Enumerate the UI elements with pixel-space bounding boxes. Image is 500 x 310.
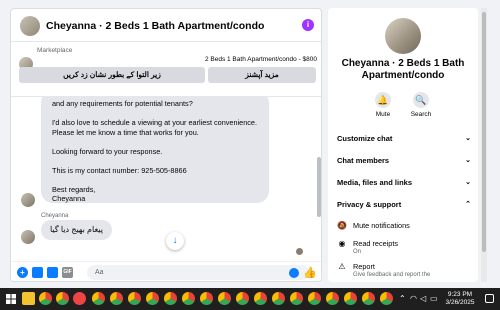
section-chat-members[interactable]: Chat members ⌄ xyxy=(337,154,471,168)
sender-avatar[interactable] xyxy=(21,230,35,244)
plus-icon[interactable]: + xyxy=(17,267,28,278)
chrome-icon[interactable] xyxy=(128,292,141,305)
speaker-icon[interactable]: ◁ xyxy=(420,294,426,303)
chrome-icon[interactable] xyxy=(182,292,195,305)
chrome-icon[interactable] xyxy=(380,292,393,305)
item-label: Report xyxy=(353,262,375,271)
message-line: Best regards, xyxy=(52,184,96,194)
item-label: Mute notifications xyxy=(353,221,410,230)
chrome-icon[interactable] xyxy=(164,292,177,305)
mute-notifications-item[interactable]: 🔕 Mute notifications xyxy=(337,221,471,233)
chat-header: Cheyanna · 2 Beds 1 Bath Apartment/condo… xyxy=(11,9,321,42)
section-customize-chat[interactable]: Customize chat ⌄ xyxy=(337,132,471,146)
search-label: Search xyxy=(410,111,432,118)
report-icon: ⚠ xyxy=(338,262,346,271)
search-icon: 🔍 xyxy=(413,92,429,108)
sender-name: Cheyanna xyxy=(41,213,69,219)
more-options-button[interactable]: مزید آپشنز xyxy=(208,67,316,83)
read-receipts-item[interactable]: ◉ Read receipts On xyxy=(337,239,471,259)
chrome-icon[interactable] xyxy=(236,292,249,305)
clock-time: 9:23 PM xyxy=(447,291,473,298)
chrome-icon[interactable] xyxy=(254,292,267,305)
mute-label: Mute xyxy=(375,111,391,118)
chrome-icon[interactable] xyxy=(39,292,52,305)
section-label: Media, files and links xyxy=(337,178,413,187)
clock[interactable]: 9:23 PM 3/26/2025 xyxy=(440,291,480,307)
item-desc: Give feedback and report the xyxy=(353,272,431,278)
read-receipt-avatar xyxy=(296,248,303,255)
windows-start-icon[interactable] xyxy=(6,294,16,304)
section-media-files-links[interactable]: Media, files and links ⌄ xyxy=(337,176,471,190)
eye-icon: ◉ xyxy=(338,239,346,248)
marketplace-label: Marketplace xyxy=(37,47,73,54)
chrome-icon[interactable] xyxy=(92,292,105,305)
mute-button[interactable]: 🔔 Mute xyxy=(368,92,398,118)
report-item[interactable]: ⚠ Report Give feedback and report the xyxy=(337,262,471,282)
gif-icon[interactable]: GIF xyxy=(62,267,73,278)
section-label: Customize chat xyxy=(337,134,393,143)
info-title: Cheyanna · 2 Beds 1 Bath Apartment/condo xyxy=(341,58,465,81)
item-label: Read receipts xyxy=(353,239,399,248)
message-line: I'd also love to schedule a viewing at y… xyxy=(52,118,258,127)
thumbs-up-icon[interactable]: 👍 xyxy=(303,266,317,279)
section-label: Privacy & support xyxy=(337,200,402,209)
wifi-icon[interactable]: ◠ xyxy=(410,294,417,303)
chrome-icon[interactable] xyxy=(146,292,159,305)
message-line: Please let me know a time that works for… xyxy=(52,127,199,137)
chrome-icon[interactable] xyxy=(56,292,69,305)
message-bubble[interactable]: and any requirements for potential tenan… xyxy=(41,97,269,203)
app-icon[interactable] xyxy=(73,292,86,305)
chevron-down-icon: ⌄ xyxy=(465,179,471,186)
page-scrollbar[interactable] xyxy=(481,8,487,282)
taskbar: ⌃ ◠ ◁ ▭ 9:23 PM 3/26/2025 xyxy=(0,288,500,310)
chevron-up-icon[interactable]: ⌃ xyxy=(399,294,406,303)
scrollbar-thumb[interactable] xyxy=(482,12,486,252)
item-desc: On xyxy=(353,249,362,255)
message-line: Cheyanna xyxy=(52,194,86,203)
image-icon[interactable] xyxy=(32,267,43,278)
message-input[interactable]: Aa xyxy=(87,265,309,280)
chrome-icon[interactable] xyxy=(218,292,231,305)
chrome-icon[interactable] xyxy=(272,292,285,305)
chevron-down-icon: ⌄ xyxy=(465,135,471,142)
file-explorer-icon[interactable] xyxy=(22,292,35,305)
section-label: Chat members xyxy=(337,156,390,165)
bell-off-icon: 🔕 xyxy=(337,221,347,230)
conversation-info-panel: Cheyanna · 2 Beds 1 Bath Apartment/condo… xyxy=(328,8,478,282)
avatar[interactable] xyxy=(385,18,421,54)
chrome-icon[interactable] xyxy=(326,292,339,305)
sender-avatar[interactable] xyxy=(21,193,35,207)
message-line: and any requirements for potential tenan… xyxy=(52,99,193,108)
info-icon[interactable]: i xyxy=(302,19,314,31)
section-privacy-support[interactable]: Privacy & support ⌃ xyxy=(337,198,471,212)
chevron-up-icon: ⌃ xyxy=(465,201,471,208)
composer: + GIF Aa 👍 xyxy=(11,261,321,281)
chat-panel: Cheyanna · 2 Beds 1 Bath Apartment/condo… xyxy=(10,8,322,282)
battery-icon[interactable]: ▭ xyxy=(430,294,438,303)
chat-scrollbar[interactable] xyxy=(317,157,321,217)
listing-title[interactable]: 2 Beds 1 Bath Apartment/condo - $800 xyxy=(205,56,317,63)
chrome-icon[interactable] xyxy=(290,292,303,305)
bell-icon: 🔔 xyxy=(375,92,391,108)
chrome-icon[interactable] xyxy=(344,292,357,305)
chrome-icon[interactable] xyxy=(110,292,123,305)
mark-pending-button[interactable]: زیر التوا کے بطور نشان زد کریں xyxy=(19,67,205,83)
chrome-icon[interactable] xyxy=(308,292,321,305)
message-list: and any requirements for potential tenan… xyxy=(11,97,321,259)
arrow-down-icon[interactable]: ↓ xyxy=(166,232,184,250)
emoji-icon[interactable] xyxy=(289,268,299,278)
chrome-icon[interactable] xyxy=(362,292,375,305)
avatar[interactable] xyxy=(20,16,40,36)
clock-date: 3/26/2025 xyxy=(445,299,475,306)
chrome-icon[interactable] xyxy=(200,292,213,305)
chat-title[interactable]: Cheyanna · 2 Beds 1 Bath Apartment/condo xyxy=(46,20,264,32)
message-bubble[interactable]: پیغام بھیج دیا گیا xyxy=(41,220,112,240)
notification-icon[interactable] xyxy=(485,294,494,303)
marketplace-banner: Marketplace 2 Beds 1 Bath Apartment/cond… xyxy=(11,43,321,97)
sticker-icon[interactable] xyxy=(47,267,58,278)
message-line: This is my contact number: 925-505-8866 xyxy=(52,165,187,175)
search-button[interactable]: 🔍 Search xyxy=(406,92,436,118)
message-line: Looking forward to your response. xyxy=(52,146,163,156)
chevron-down-icon: ⌄ xyxy=(465,157,471,164)
